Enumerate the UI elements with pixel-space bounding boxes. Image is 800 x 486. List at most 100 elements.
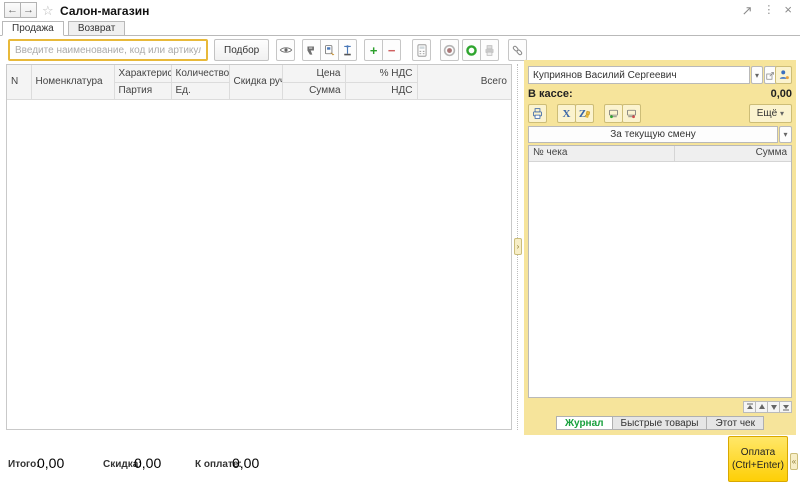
arrow-top-icon xyxy=(746,403,754,411)
col-header-nomenclature[interactable]: Номенклатура xyxy=(31,65,114,99)
tab-journal[interactable]: Журнал xyxy=(556,416,613,430)
tab-quick-goods[interactable]: Быстрые товары xyxy=(612,416,708,430)
col-header-check-number[interactable]: № чека xyxy=(529,146,675,161)
add-row-button[interactable]: + xyxy=(364,39,383,61)
col-header-quantity[interactable]: Количество xyxy=(171,65,229,82)
arrow-bottom-icon xyxy=(782,403,790,411)
forward-icon: → xyxy=(23,4,34,16)
x-report-icon: X xyxy=(563,108,571,120)
scales-button[interactable] xyxy=(338,39,357,61)
splitter-expand-handle[interactable]: › xyxy=(514,238,522,255)
remove-row-button[interactable]: − xyxy=(382,39,401,61)
items-table-body-empty[interactable] xyxy=(7,100,511,432)
col-header-vat-percent[interactable]: % НДС xyxy=(345,65,417,82)
col-header-characteristic[interactable]: Характеристика xyxy=(114,65,171,82)
record-circle-icon xyxy=(465,44,478,57)
col-header-manual-discount[interactable]: Скидка руч. xyxy=(229,65,282,99)
link-icon xyxy=(511,44,524,57)
col-header-sum[interactable]: Сумма xyxy=(282,82,345,99)
cancel-check-button[interactable] xyxy=(440,39,459,61)
tab-return[interactable]: Возврат xyxy=(68,21,126,36)
chevron-down-icon: ▾ xyxy=(755,71,759,80)
col-header-total[interactable]: Всего xyxy=(417,65,511,99)
view-item-button[interactable] xyxy=(276,39,295,61)
total-label: Итого: xyxy=(8,459,40,470)
open-in-new-window-icon[interactable] xyxy=(742,5,753,16)
window-controls: ⋮ × xyxy=(742,3,792,17)
back-icon: ← xyxy=(7,4,18,16)
forward-button[interactable]: → xyxy=(20,2,37,18)
plus-icon: + xyxy=(370,43,378,58)
cash-deposit-button[interactable] xyxy=(604,104,623,123)
calculator-button[interactable] xyxy=(412,39,431,61)
pay-button-line1: Оплата xyxy=(741,447,775,458)
more-button[interactable]: Ещё ▾ xyxy=(749,104,792,123)
item-search-input[interactable] xyxy=(8,39,208,61)
cash-in-register-row: В кассе: 0,00 xyxy=(528,88,792,102)
z-report-button[interactable]: Z xyxy=(575,104,594,123)
tab-this-check[interactable]: Этот чек xyxy=(706,416,764,430)
pick-items-button[interactable]: Подбор xyxy=(214,39,269,61)
link-button[interactable] xyxy=(508,39,527,61)
title-bar: ← → ☆ Салон-магазин ⋮ × xyxy=(0,0,800,22)
new-client-button[interactable] xyxy=(775,66,792,84)
printer-disabled-icon xyxy=(483,44,496,57)
favorite-star-icon[interactable]: ☆ xyxy=(42,3,54,19)
col-header-unit[interactable]: Ед. xyxy=(171,82,229,99)
cash-value: 0,00 xyxy=(771,88,792,100)
tab-sale[interactable]: Продажа xyxy=(2,21,64,36)
totals-footer: Итого: 0,00 Скидка: 0,00 К оплате: 0,00 … xyxy=(0,435,800,486)
history-nav: ← → xyxy=(4,2,37,18)
back-button[interactable]: ← xyxy=(4,2,21,18)
close-icon[interactable]: × xyxy=(784,3,792,17)
col-header-batch[interactable]: Партия xyxy=(114,82,171,99)
print-check-button[interactable] xyxy=(480,39,499,61)
cashier-dropdown-button[interactable]: ▾ xyxy=(751,66,763,84)
row-edit-buttons: + − xyxy=(364,39,401,61)
checks-list: № чека Сумма xyxy=(528,145,792,398)
cash-label: В кассе: xyxy=(528,88,573,100)
panel-collapse-handle[interactable]: « xyxy=(790,453,798,470)
barcode-scanner-button[interactable] xyxy=(302,39,321,61)
arrow-up-icon xyxy=(758,403,766,411)
person-add-icon xyxy=(778,69,790,81)
sale-toolbar: Подбор + xyxy=(8,39,527,61)
chevron-down-icon: ▾ xyxy=(780,109,784,118)
move-bottom-button[interactable] xyxy=(779,401,792,413)
period-dropdown-button[interactable]: ▾ xyxy=(779,126,792,143)
pos-window: ← → ☆ Салон-магазин ⋮ × Продажа Возврат … xyxy=(0,0,800,486)
col-header-check-sum[interactable]: Сумма xyxy=(675,146,791,161)
calculator-icon xyxy=(416,44,428,57)
more-button-label: Ещё xyxy=(757,108,777,119)
payment-terminal-icon xyxy=(323,44,336,57)
print-report-button[interactable] xyxy=(528,104,547,123)
new-check-button[interactable] xyxy=(462,39,481,61)
cash-drawer-buttons xyxy=(604,104,641,123)
checks-list-header: № чека Сумма xyxy=(529,146,791,162)
col-header-vat[interactable]: НДС xyxy=(345,82,417,99)
pencil-icon xyxy=(584,109,590,118)
payable-value: 0,00 xyxy=(232,455,259,471)
menu-dots-icon[interactable]: ⋮ xyxy=(763,3,774,17)
arrow-down-icon xyxy=(770,403,778,411)
period-select[interactable]: За текущую смену xyxy=(528,126,778,143)
minus-icon: − xyxy=(388,43,396,58)
cash-withdrawal-button[interactable] xyxy=(622,104,641,123)
eye-icon xyxy=(279,43,293,57)
cashier-select[interactable] xyxy=(528,66,750,84)
stop-circle-icon xyxy=(443,44,456,57)
checks-list-body-empty[interactable] xyxy=(529,162,791,413)
pay-button-line2: (Ctrl+Enter) xyxy=(732,460,784,471)
mode-tabbar: Продажа Возврат xyxy=(0,21,800,36)
col-header-n[interactable]: N xyxy=(7,65,31,99)
x-report-button[interactable]: X xyxy=(557,104,576,123)
pay-button[interactable]: Оплата (Ctrl+Enter) xyxy=(728,436,788,482)
payment-terminal-button[interactable] xyxy=(320,39,339,61)
report-buttons: X Z xyxy=(557,104,594,123)
panel-tabbar: Журнал Быстрые товары Этот чек xyxy=(524,416,796,430)
col-header-price[interactable]: Цена xyxy=(282,65,345,82)
page-title: Салон-магазин xyxy=(60,4,149,18)
cash-actions-row: X Z xyxy=(528,104,641,123)
open-link-icon xyxy=(766,71,775,80)
cash-in-icon xyxy=(607,107,620,120)
